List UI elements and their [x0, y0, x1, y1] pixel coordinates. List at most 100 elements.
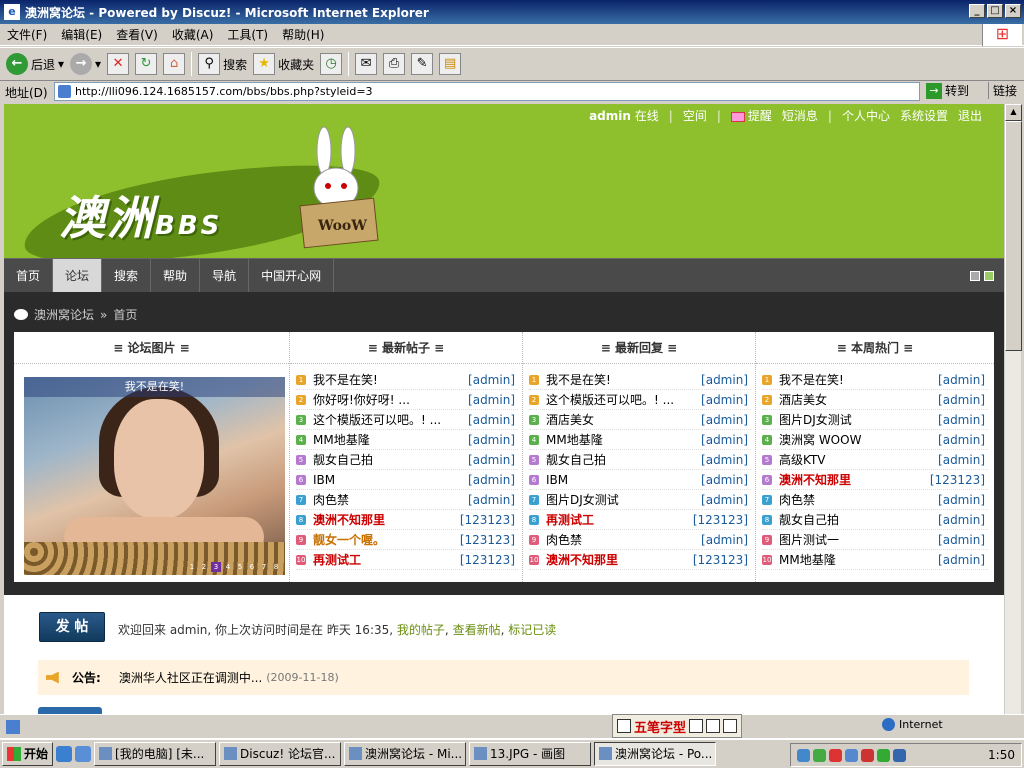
list-item[interactable]: 10 再测试工 [123123] [296, 550, 518, 570]
thread-author-link[interactable]: [admin] [468, 373, 518, 387]
thread-title-link[interactable]: 你好呀!你好呀! ... [313, 391, 468, 408]
thread-author-link[interactable]: [123123] [930, 473, 988, 487]
ime-toolbar[interactable]: 五笔字型 [612, 714, 743, 738]
thread-author-link[interactable]: [admin] [701, 433, 751, 447]
taskbar-button[interactable]: 澳洲窝论坛 - Mi... [344, 742, 467, 766]
start-button[interactable]: 开始 [2, 742, 54, 766]
thread-author-link[interactable]: [admin] [938, 393, 988, 407]
thread-title-link[interactable]: 再测试工 [546, 511, 693, 528]
url-input[interactable]: http://lli096.124.1685157.com/bbs/bbs.ph… [54, 82, 920, 101]
list-item[interactable]: 6 IBM [admin] [296, 470, 518, 490]
thread-title-link[interactable]: 酒店美女 [779, 391, 938, 408]
settings-link[interactable]: 系统设置 [900, 107, 948, 124]
thread-title-link[interactable]: 靓女自己拍 [546, 451, 701, 468]
thread-title-link[interactable]: 肉色禁 [546, 531, 701, 548]
list-item[interactable]: 3 这个模版还可以吧。! ... [admin] [296, 410, 518, 430]
list-item[interactable]: 9 肉色禁 [admin] [529, 530, 751, 550]
thread-author-link[interactable]: [admin] [701, 453, 751, 467]
thread-title-link[interactable]: 澳洲不知那里 [779, 471, 930, 488]
thread-title-link[interactable]: 肉色禁 [779, 491, 938, 508]
list-item[interactable]: 7 肉色禁 [admin] [762, 490, 988, 510]
list-item[interactable]: 5 靓女自己拍 [admin] [296, 450, 518, 470]
volume-icon[interactable] [893, 748, 906, 762]
favorites-button[interactable]: ★ 收藏夹 [253, 53, 314, 75]
thread-title-link[interactable]: 澳洲不知那里 [313, 511, 460, 528]
list-item[interactable]: 3 图片DJ女测试 [admin] [762, 410, 988, 430]
list-item[interactable]: 1 我不是在笑! [admin] [762, 370, 988, 390]
nav-kaixin[interactable]: 中国开心网 [249, 259, 335, 292]
go-button[interactable]: → 转到 [926, 82, 969, 99]
nav-home[interactable]: 首页 [4, 259, 54, 292]
keyboard-icon[interactable] [723, 719, 738, 733]
nav-help[interactable]: 帮助 [151, 259, 201, 292]
scroll-up-icon[interactable]: ▲ [1005, 104, 1022, 121]
list-item[interactable]: 2 你好呀!你好呀! ... [admin] [296, 390, 518, 410]
nav-search[interactable]: 搜索 [102, 259, 152, 292]
history-icon[interactable]: ◷ [320, 53, 343, 75]
remind-link[interactable]: 提醒 [730, 107, 772, 124]
thread-author-link[interactable]: [123123] [693, 513, 751, 527]
username[interactable]: admin [589, 109, 631, 123]
network-icon[interactable] [797, 748, 810, 762]
alert-icon[interactable] [861, 748, 874, 762]
thread-title-link[interactable]: MM地基隆 [779, 551, 938, 568]
list-item[interactable]: 10 澳洲不知那里 [123123] [529, 550, 751, 570]
taskbar-button[interactable]: 澳洲窝论坛 - Po... [594, 742, 717, 766]
style-dark-icon[interactable] [970, 271, 980, 281]
style-green-icon[interactable] [984, 271, 994, 281]
scroll-thumb[interactable] [1005, 121, 1022, 351]
list-item[interactable]: 9 靓女一个喔。 [123123] [296, 530, 518, 550]
thread-author-link[interactable]: [admin] [468, 473, 518, 487]
messenger-icon[interactable]: ▤ [439, 53, 462, 75]
ie-quicklaunch-icon[interactable] [56, 746, 73, 762]
thread-author-link[interactable]: [admin] [938, 513, 988, 527]
thread-author-link[interactable]: [admin] [468, 393, 518, 407]
print-icon[interactable]: ⎙ [383, 53, 406, 75]
thread-title-link[interactable]: 靓女自己拍 [313, 451, 468, 468]
list-item[interactable]: 3 酒店美女 [admin] [529, 410, 751, 430]
thread-author-link[interactable]: [admin] [938, 373, 988, 387]
minimize-button[interactable]: _ [969, 4, 985, 18]
thread-author-link[interactable]: [admin] [701, 393, 751, 407]
list-item[interactable]: 9 图片测试一 [admin] [762, 530, 988, 550]
slide-page-button[interactable]: 2 [199, 562, 209, 572]
thread-title-link[interactable]: 我不是在笑! [546, 371, 701, 388]
thread-title-link[interactable]: MM地基隆 [313, 431, 468, 448]
home-icon[interactable]: ⌂ [163, 53, 186, 75]
menu-help[interactable]: 帮助(H) [275, 26, 331, 43]
thread-author-link[interactable]: [admin] [938, 493, 988, 507]
breadcrumb-forum[interactable]: 澳洲窝论坛 [34, 306, 94, 323]
thread-title-link[interactable]: 图片DJ女测试 [546, 491, 701, 508]
thread-author-link[interactable]: [admin] [701, 373, 751, 387]
slide-page-button[interactable]: 1 [187, 562, 197, 572]
list-item[interactable]: 8 澳洲不知那里 [123123] [296, 510, 518, 530]
slide-page-button[interactable]: 8 [271, 562, 281, 572]
nav-guide[interactable]: 导航 [200, 259, 250, 292]
nav-forum[interactable]: 论坛 [53, 259, 103, 292]
search-button[interactable]: ⚲ 搜索 [198, 53, 247, 75]
qq-icon[interactable] [829, 748, 842, 762]
thread-title-link[interactable]: IBM [313, 473, 468, 487]
thread-author-link[interactable]: [admin] [468, 453, 518, 467]
list-item[interactable]: 6 IBM [admin] [529, 470, 751, 490]
thread-title-link[interactable]: 图片DJ女测试 [779, 411, 938, 428]
thread-title-link[interactable]: 靓女自己拍 [779, 511, 938, 528]
thread-author-link[interactable]: [admin] [938, 533, 988, 547]
list-item[interactable]: 4 MM地基隆 [admin] [296, 430, 518, 450]
logout-link[interactable]: 退出 [958, 107, 982, 124]
moon-icon[interactable] [689, 719, 704, 733]
taskbar-button[interactable]: 13.JPG - 画图 [469, 742, 592, 766]
thread-title-link[interactable]: 澳洲窝 WOOW [779, 431, 938, 448]
menu-tools[interactable]: 工具(T) [220, 26, 275, 43]
thread-author-link[interactable]: [admin] [468, 433, 518, 447]
list-item[interactable]: 6 澳洲不知那里 [123123] [762, 470, 988, 490]
thread-title-link[interactable]: 酒店美女 [546, 411, 701, 428]
menu-favorites[interactable]: 收藏(A) [165, 26, 221, 43]
list-item[interactable]: 2 酒店美女 [admin] [762, 390, 988, 410]
thread-author-link[interactable]: [admin] [938, 413, 988, 427]
list-item[interactable]: 8 靓女自己拍 [admin] [762, 510, 988, 530]
mark-read-link[interactable]: 标记已读 [508, 623, 556, 637]
punct-icon[interactable] [706, 719, 721, 733]
thread-author-link[interactable]: [admin] [701, 473, 751, 487]
list-item[interactable]: 2 这个模版还可以吧。! ... [admin] [529, 390, 751, 410]
